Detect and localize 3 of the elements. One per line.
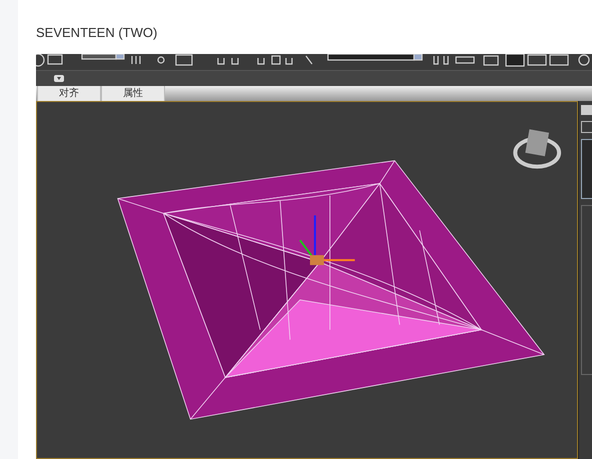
panel-tab[interactable]: 属性: [101, 86, 165, 101]
heading: SEVENTEEN (TWO): [36, 24, 158, 42]
panel-tab[interactable]: 对齐: [37, 86, 101, 101]
